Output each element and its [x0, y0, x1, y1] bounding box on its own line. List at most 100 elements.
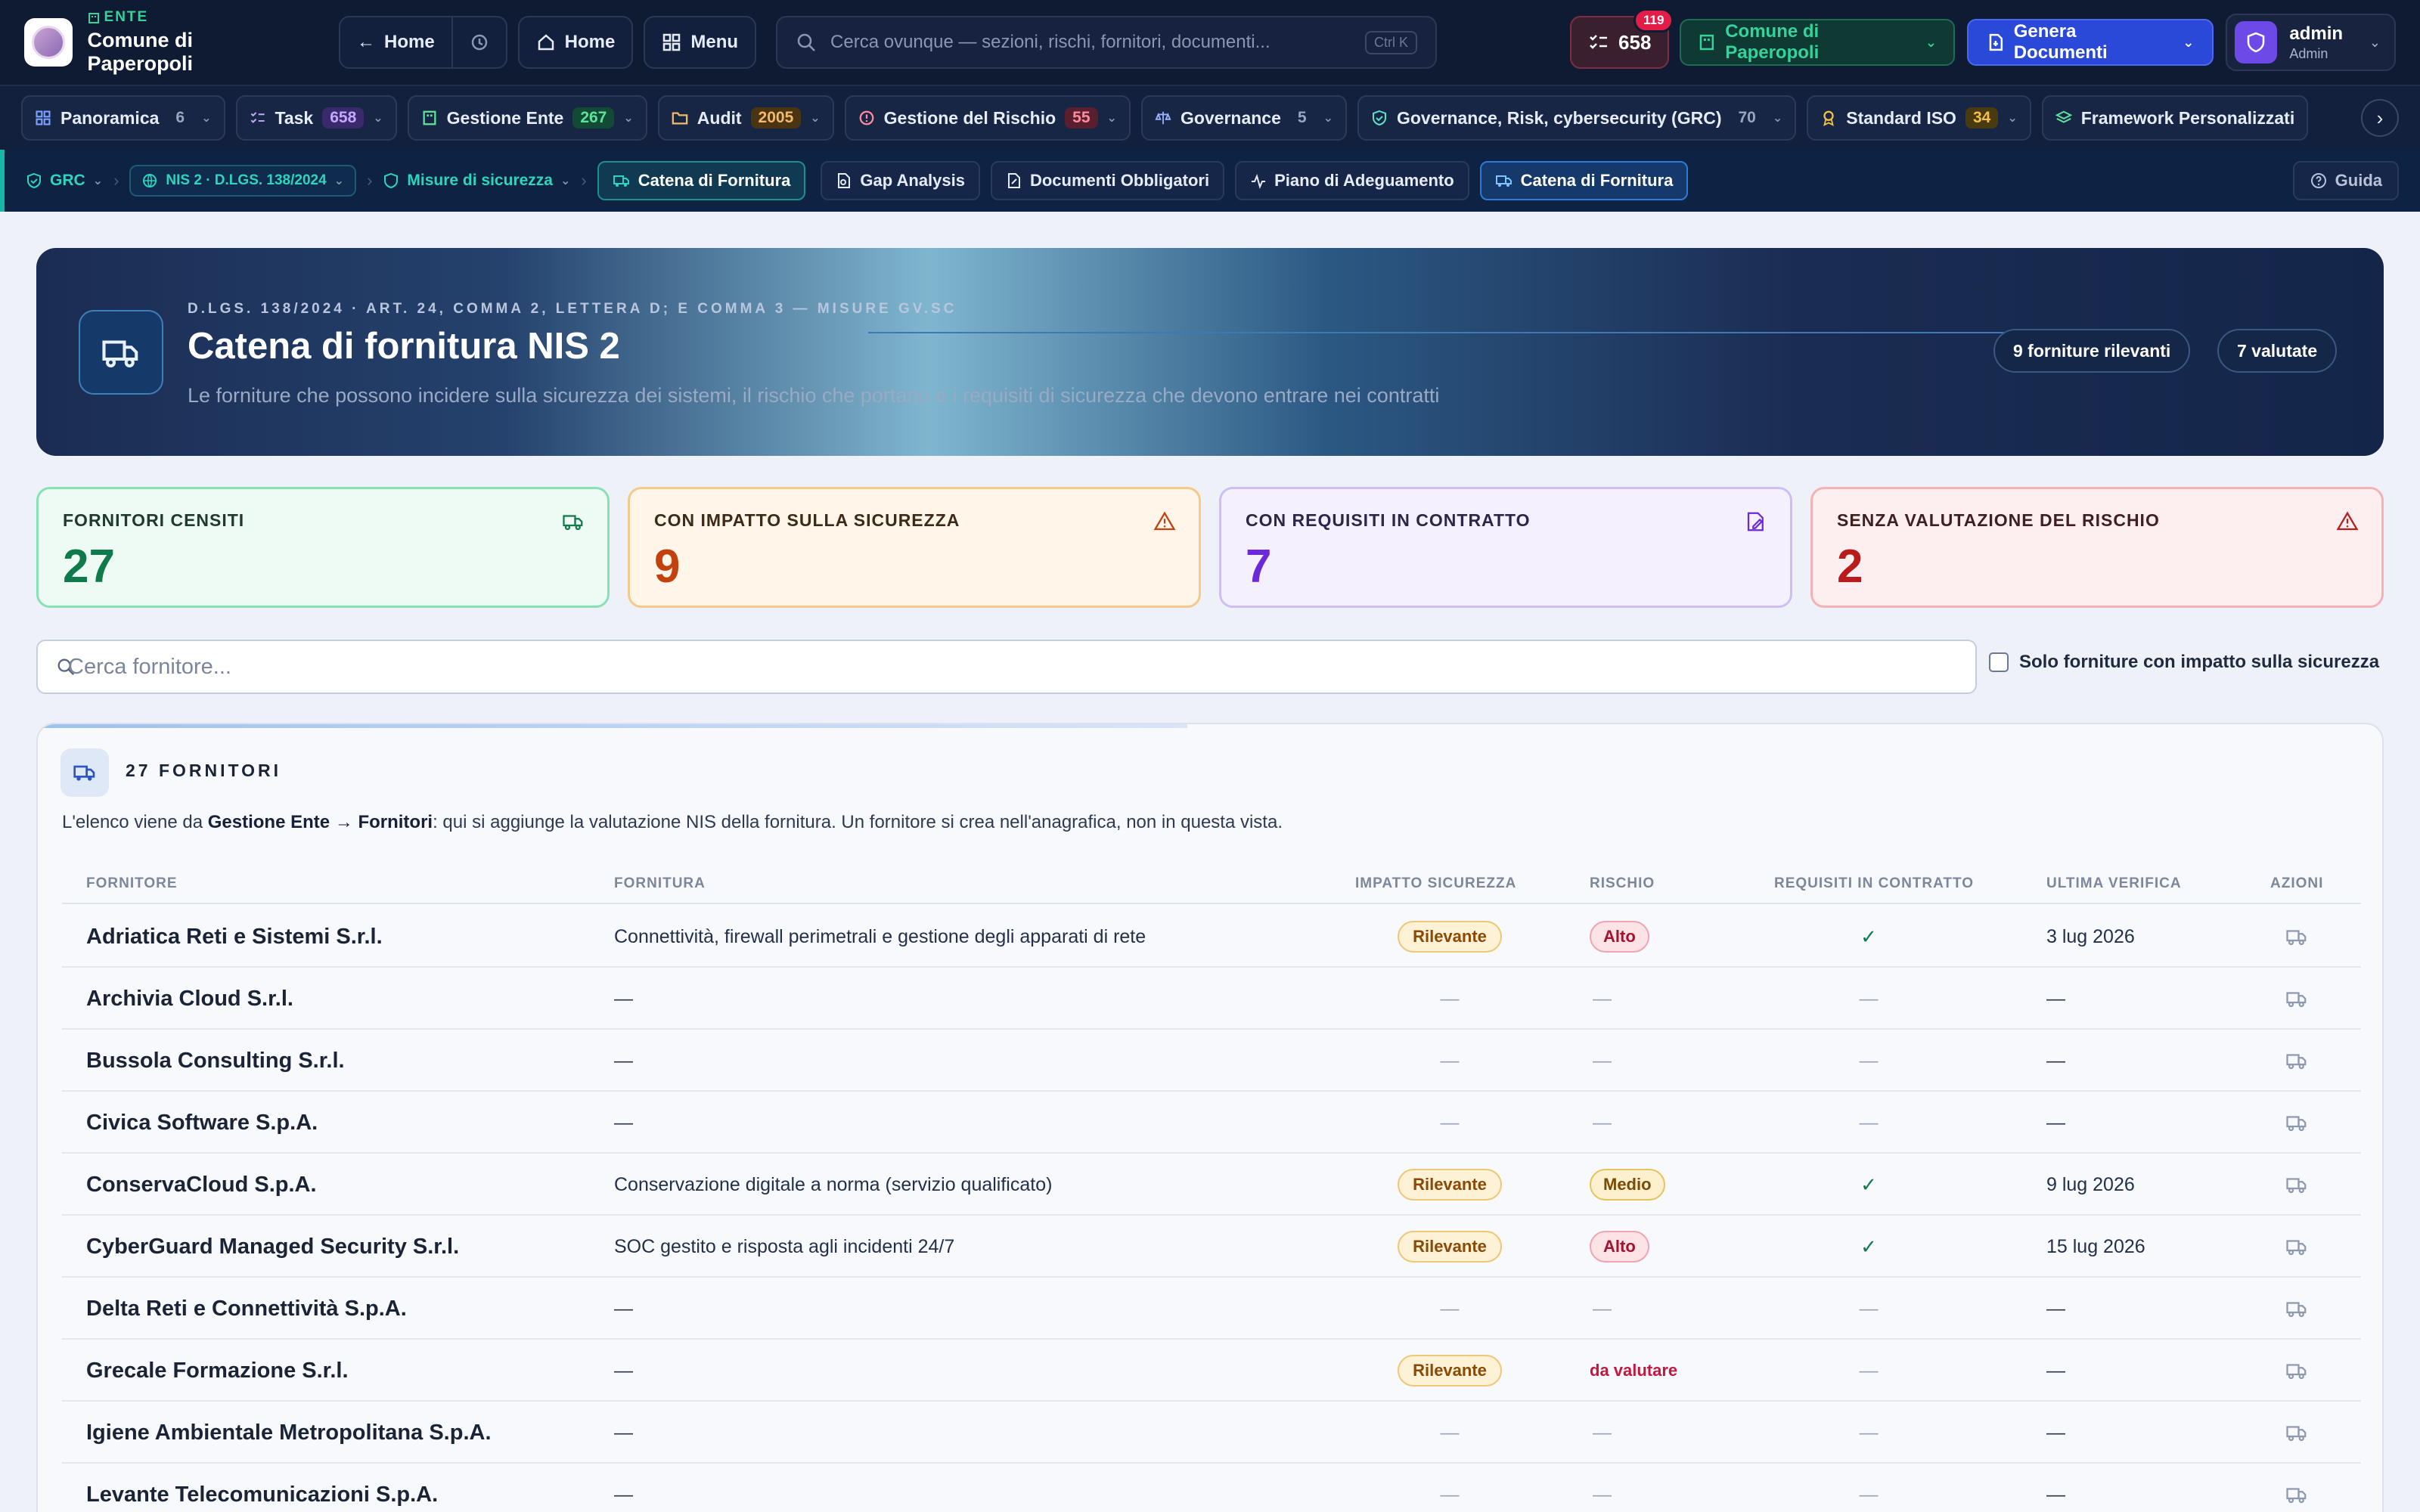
supplier-name[interactable]: Archivia Cloud S.r.l.	[86, 968, 293, 1030]
hero-divider	[868, 332, 2048, 333]
supplier-name[interactable]: Bussola Consulting S.r.l.	[86, 1030, 345, 1092]
truck-icon	[2285, 1111, 2308, 1134]
impact-col: —	[1355, 1464, 1544, 1512]
truck-icon	[102, 340, 138, 368]
arrow-left-icon: ←	[356, 32, 375, 52]
guide-button[interactable]: Guida	[2292, 161, 2399, 200]
th-fornitore[interactable]: FORNITORE	[86, 875, 178, 892]
module-tab-panoramica[interactable]: Panoramica 6 ⌄	[21, 95, 225, 141]
table-row[interactable]: Grecale Formazione S.r.l. — Rilevante da va…	[62, 1340, 2361, 1402]
module-tab-framework-personalizzati[interactable]: Framework Personalizzati	[2041, 95, 2309, 141]
module-tab-governance[interactable]: Governance 5 ⌄	[1140, 95, 1347, 141]
module-label: Gestione Ente	[446, 107, 564, 128]
truck-icon	[2285, 1483, 2308, 1506]
supplier-action-button[interactable]	[2285, 1278, 2308, 1340]
breadcrumb-nis2[interactable]: NIS 2 · D.LGS. 138/2024 ⌄	[129, 165, 357, 197]
supplier-action-button[interactable]	[2285, 1402, 2308, 1464]
risk-col: da valutare	[1590, 1340, 1741, 1402]
supplier-name[interactable]: CyberGuard Managed Security S.r.l.	[86, 1216, 459, 1278]
global-search-input[interactable]: Cerca ovunque — sezioni, rischi, fornito…	[776, 16, 1438, 69]
supplier-search-input[interactable]: Cerca fornitore...	[36, 640, 1977, 694]
impact-col: —	[1355, 1092, 1544, 1154]
supplier-name[interactable]: Levante Telecomunicazioni S.p.A.	[86, 1464, 438, 1512]
table-row[interactable]: Civica Software S.p.A. — — — — —	[62, 1092, 2361, 1154]
th-fornitura[interactable]: FORNITURA	[614, 875, 706, 892]
supplier-name[interactable]: Civica Software S.p.A.	[86, 1092, 318, 1154]
module-tab-gestione-del-rischio[interactable]: Gestione del Rischio 55 ⌄	[844, 95, 1131, 141]
history-button[interactable]	[451, 17, 506, 67]
table-row[interactable]: Adriatica Reti e Sistemi S.r.l. Connettiv…	[62, 906, 2361, 968]
panel-description: L'elenco viene da Gestione Ente → Fornit…	[62, 812, 1283, 833]
back-home-button[interactable]: ← Home	[340, 17, 451, 67]
tab-catena-fornitura[interactable]: Catena di Fornitura	[1479, 161, 1689, 200]
module-tab-gestione-ente[interactable]: Gestione Ente 267 ⌄	[407, 95, 647, 141]
breadcrumb-current[interactable]: Catena di Fornitura	[597, 161, 806, 200]
risk-pending-label: da valutare	[1590, 1361, 1678, 1380]
module-bar-next-button[interactable]: ›	[2361, 99, 2399, 137]
supplier-name[interactable]: ConservaCloud S.p.A.	[86, 1154, 317, 1216]
supplier-name[interactable]: Delta Reti e Connettività S.p.A.	[86, 1278, 407, 1340]
check-icon: ✓	[1860, 1235, 1877, 1258]
table-row[interactable]: Levante Telecomunicazioni S.p.A. — — — — —	[62, 1464, 2361, 1512]
chevron-down-icon: ⌄	[1323, 112, 1333, 125]
chevron-down-icon: ⌄	[623, 112, 634, 125]
module-tab-audit[interactable]: Audit 2005 ⌄	[657, 95, 834, 141]
table-row[interactable]: Archivia Cloud S.r.l. — — — — —	[62, 968, 2361, 1030]
breadcrumb-misure[interactable]: Misure di sicurezza ⌄	[383, 172, 570, 190]
table-row[interactable]: Delta Reti e Connettività S.p.A. — — — — —	[62, 1278, 2361, 1340]
supplier-action-button[interactable]	[2285, 906, 2308, 968]
supplier-name[interactable]: Grecale Formazione S.r.l.	[86, 1340, 349, 1402]
th-impatto[interactable]: IMPATTO SICUREZZA	[1355, 875, 1516, 892]
fornitura-cell: Connettività, firewall perimetrali e ges…	[614, 925, 1146, 947]
breadcrumb-separator: ›	[367, 171, 373, 190]
menu-button[interactable]: Menu	[645, 17, 755, 67]
module-count: 267	[572, 107, 615, 129]
supplier-name[interactable]: Igiene Ambientale Metropolitana S.p.A.	[86, 1402, 492, 1464]
breadcrumb-grc[interactable]: GRC ⌄	[26, 172, 103, 190]
tasks-button[interactable]: 658 119	[1570, 8, 1674, 69]
impact-filter[interactable]: Solo forniture con impatto sulla sicurez…	[1989, 652, 2379, 673]
th-rischio[interactable]: RISCHIO	[1590, 875, 1655, 892]
tab-documenti-obbligatori[interactable]: Documenti Obbligatori	[990, 161, 1225, 200]
supplier-name[interactable]: Adriatica Reti e Sistemi S.r.l.	[86, 906, 383, 968]
verifica-cell: 9 lug 2026	[2046, 1173, 2135, 1195]
supplier-action-button[interactable]	[2285, 968, 2308, 1030]
impact-filter-checkbox[interactable]	[1989, 652, 2009, 672]
fornitura-cell: —	[614, 1297, 633, 1319]
supplier-action-button[interactable]	[2285, 1154, 2308, 1216]
risk-col: —	[1590, 1464, 1741, 1512]
verifica-cell: —	[2046, 1421, 2065, 1443]
module-tab-task[interactable]: Task 658 ⌄	[235, 95, 397, 141]
th-verifica[interactable]: ULTIMA VERIFICA	[2046, 875, 2182, 892]
chevron-down-icon: ⌄	[2369, 34, 2381, 50]
grid-icon	[663, 33, 681, 51]
tab-gap-analysis-label: Gap Analysis	[860, 171, 965, 190]
user-menu[interactable]: admin Admin ⌄	[2226, 14, 2396, 71]
module-tab-governance-risk-cybersecurity-grc[interactable]: Governance, Risk, cybersecurity (GRC) 70 ⌄	[1357, 95, 1797, 141]
supplier-action-button[interactable]	[2285, 1216, 2308, 1278]
table-row[interactable]: CyberGuard Managed Security S.r.l. SOC ge…	[62, 1216, 2361, 1278]
supplier-action-button[interactable]	[2285, 1092, 2308, 1154]
home-button[interactable]: Home	[520, 17, 632, 67]
risk-col: Medio	[1590, 1154, 1741, 1216]
supplier-action-button[interactable]	[2285, 1030, 2308, 1092]
th-requisiti[interactable]: REQUISITI IN CONTRATTO	[1774, 875, 1974, 892]
verifica-col: 3 lug 2026	[2046, 906, 2135, 968]
chevron-down-icon: ⌄	[560, 175, 571, 187]
table-row[interactable]: Igiene Ambientale Metropolitana S.p.A. — —…	[62, 1402, 2361, 1464]
table-row[interactable]: ConservaCloud S.p.A. Conservazione digita…	[62, 1154, 2361, 1216]
impact-badge: Rilevante	[1398, 1355, 1502, 1387]
tab-piano-adeguamento[interactable]: Piano di Adeguamento	[1235, 161, 1469, 200]
tab-gap-analysis[interactable]: Gap Analysis	[821, 161, 980, 200]
history-icon	[471, 34, 487, 51]
org-selector[interactable]: Comune di Paperopoli ⌄	[1680, 19, 1955, 66]
supplier-action-button[interactable]	[2285, 1340, 2308, 1402]
ente-name: Comune di Paperopoli	[87, 29, 194, 75]
generate-documents-button[interactable]: Genera Documenti ⌄	[1966, 19, 2214, 66]
supplier-action-button[interactable]	[2285, 1464, 2308, 1512]
warning-icon	[1153, 510, 1176, 537]
module-tab-standard-iso[interactable]: Standard ISO 34 ⌄	[1807, 95, 2031, 141]
ente-logo[interactable]	[24, 18, 73, 67]
table-row[interactable]: Bussola Consulting S.r.l. — — — — —	[62, 1030, 2361, 1092]
generate-label: Genera Documenti	[2013, 21, 2108, 63]
